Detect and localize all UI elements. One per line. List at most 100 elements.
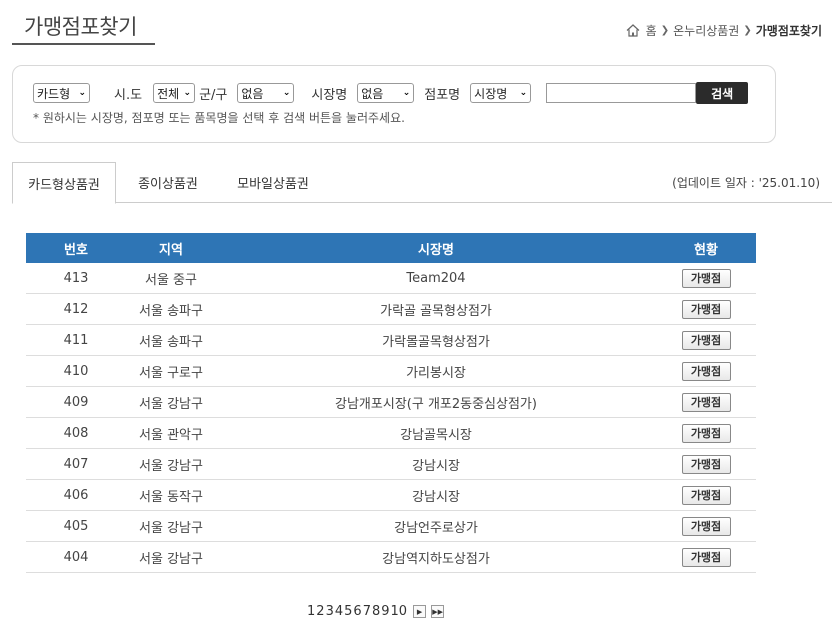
row-status: 가맹점 (656, 516, 756, 536)
page-link[interactable]: 10 (391, 604, 408, 619)
header-status: 현황 (694, 242, 718, 258)
row-region: 서울 강남구 (139, 551, 203, 567)
row-market: 강남시장 (412, 489, 460, 505)
row-number: 406 (63, 487, 89, 503)
status-button[interactable]: 가맹점 (681, 547, 731, 567)
status-button[interactable]: 가맹점 (681, 454, 731, 474)
gugun-select-value: 없음 (241, 86, 264, 101)
table-row: 413 서울 중구 Team204 가맹점 (26, 263, 756, 294)
row-region: 서울 강남구 (139, 520, 203, 536)
status-button[interactable]: 가맹점 (681, 268, 731, 288)
table-row: 412 서울 송파구 가락골 골목형상점가 가맹점 (26, 294, 756, 325)
row-region: 서울 강남구 (139, 396, 203, 412)
chevron-down-icon: ⌄ (519, 88, 528, 98)
row-region: 서울 동작구 (139, 489, 203, 505)
row-number: 408 (63, 425, 89, 441)
header-region: 지역 (159, 242, 183, 258)
row-region: 서울 관악구 (139, 427, 203, 443)
card-type-select-value: 카드형 (37, 86, 71, 101)
chevron-right-icon: ❯ (743, 25, 752, 36)
breadcrumb-current: 가맹점포찾기 (755, 24, 822, 38)
table-row: 411 서울 송파구 가락몰골목형상점가 가맹점 (26, 325, 756, 356)
next-page-icon[interactable]: ▶ (413, 605, 427, 618)
chevron-right-icon: ❯ (660, 25, 670, 36)
tab-card[interactable]: 카드형상품권 (12, 162, 116, 204)
row-region: 서울 송파구 (139, 303, 203, 319)
market-label: 시장명 (311, 87, 348, 103)
row-status: 가맹점 (656, 392, 756, 412)
row-market: 강남시장 (412, 458, 460, 474)
status-button[interactable]: 가맹점 (681, 330, 731, 350)
market-select[interactable]: 없음 ⌄ (357, 83, 415, 103)
row-market: 강남역지하도상점가 (382, 551, 490, 567)
table-row: 404 서울 강남구 강남역지하도상점가 가맹점 (26, 542, 756, 573)
row-status: 가맹점 (656, 361, 756, 381)
row-region: 서울 구로구 (139, 365, 203, 381)
search-row: 카드형 ⌄ 시.도 전체 ⌄ 군/구 없음 ⌄ 시장명 없음 ⌄ 점포명 시장명 ⌄ 검색 (33, 82, 749, 104)
search-input[interactable] (546, 83, 697, 103)
page-link[interactable]: 5 (344, 604, 352, 619)
search-hint: * 원하시는 시장명, 점포명 또는 품목명을 선택 후 검색 버튼을 눌러주세… (33, 111, 405, 125)
row-number: 405 (63, 518, 89, 534)
status-button[interactable]: 가맹점 (681, 392, 731, 412)
row-market: Team204 (406, 270, 466, 286)
page-link[interactable]: 2 (316, 604, 324, 619)
status-button[interactable]: 가맹점 (681, 361, 731, 381)
title-underline (12, 43, 155, 45)
row-number: 409 (63, 394, 89, 410)
row-status: 가맹점 (656, 299, 756, 319)
status-button[interactable]: 가맹점 (681, 516, 731, 536)
row-status: 가맹점 (656, 547, 756, 567)
pagination: 12345678910 ▶ ▶▶ (307, 604, 445, 619)
page-link[interactable]: 8 (372, 604, 380, 619)
sido-select-value: 전체 (157, 86, 180, 101)
row-status: 가맹점 (656, 423, 756, 443)
sido-select[interactable]: 전체 ⌄ (153, 83, 196, 103)
home-icon[interactable] (626, 24, 640, 37)
card-type-select[interactable]: 카드형 ⌄ (33, 83, 90, 103)
table-row: 407 서울 강남구 강남시장 가맹점 (26, 449, 756, 480)
page-header: 가맹점포찾기 홈 ❯ 온누리상품권 ❯ 가맹점포찾기 (0, 0, 832, 46)
chevron-down-icon: ⌄ (282, 88, 291, 98)
row-status: 가맹점 (656, 454, 756, 474)
tab-mobile[interactable]: 모바일상품권 (220, 162, 326, 203)
tab-paper[interactable]: 종이상품권 (116, 162, 220, 203)
search-panel: 카드형 ⌄ 시.도 전체 ⌄ 군/구 없음 ⌄ 시장명 없음 ⌄ 점포명 시장명 ⌄ 검색… (12, 65, 776, 143)
gugun-label: 군/구 (199, 87, 228, 103)
row-market: 강남골목시장 (400, 427, 472, 443)
row-status: 가맹점 (656, 485, 756, 505)
table-body: 413 서울 중구 Team204 가맹점 412 서울 송파구 가락골 골목형상점가 가맹점… (26, 263, 756, 573)
chevron-down-icon: ⌄ (402, 88, 411, 98)
page-link[interactable]: 6 (353, 604, 361, 619)
store-select-value: 시장명 (474, 86, 508, 101)
page-link[interactable]: 3 (326, 604, 334, 619)
gugun-select[interactable]: 없음 ⌄ (237, 83, 295, 103)
chevron-down-icon: ⌄ (78, 88, 86, 98)
search-button[interactable]: 검색 (696, 82, 749, 104)
breadcrumb-onnuri[interactable]: 온누리상품권 (673, 22, 739, 39)
row-market: 가락골 골목형상점가 (380, 303, 492, 319)
store-label: 점포명 (424, 87, 461, 103)
row-number: 413 (63, 270, 89, 286)
status-button[interactable]: 가맹점 (681, 423, 731, 443)
status-button[interactable]: 가맹점 (681, 485, 731, 505)
page-link[interactable]: 4 (335, 604, 343, 619)
page-link[interactable]: 9 (381, 604, 389, 619)
row-number: 404 (63, 549, 89, 565)
breadcrumb-home[interactable]: 홈 (646, 22, 657, 39)
header-market: 시장명 (418, 242, 454, 258)
update-date: (업데이트 일자 : '25.01.10) (672, 176, 820, 190)
last-page-icon[interactable]: ▶▶ (431, 605, 445, 618)
table-row: 406 서울 동작구 강남시장 가맹점 (26, 480, 756, 511)
page-link[interactable]: 7 (363, 604, 371, 619)
page-title: 가맹점포찾기 (24, 15, 137, 39)
row-status: 가맹점 (656, 330, 756, 350)
table-row: 405 서울 강남구 강남언주로상가 가맹점 (26, 511, 756, 542)
row-region: 서울 송파구 (139, 334, 203, 350)
status-button[interactable]: 가맹점 (681, 299, 731, 319)
store-select[interactable]: 시장명 ⌄ (470, 83, 532, 103)
table-row: 410 서울 구로구 가리봉시장 가맹점 (26, 356, 756, 387)
row-region: 서울 강남구 (139, 458, 203, 474)
page-link[interactable]: 1 (307, 604, 315, 619)
row-number: 407 (63, 456, 89, 472)
